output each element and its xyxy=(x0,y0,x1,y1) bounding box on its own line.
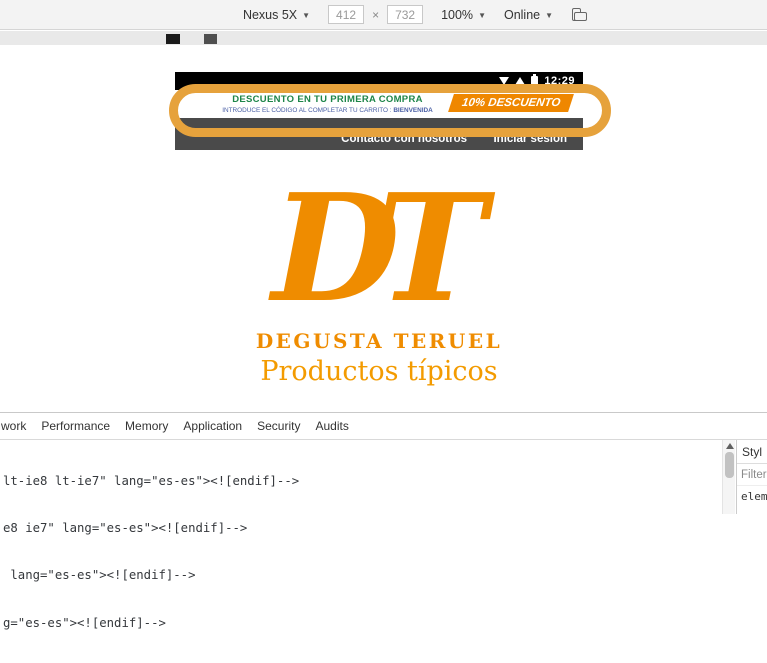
login-link[interactable]: Iniciar sesión xyxy=(493,133,567,145)
site-logo[interactable]: DT DEGUSTA TERUEL Productos típicos xyxy=(175,161,583,388)
phone-top-nav: Contacto con nosotros Iniciar sesión xyxy=(175,118,583,150)
devtools-panel: work Performance Memory Application Secu… xyxy=(0,412,767,630)
scrollbar-thumb[interactable] xyxy=(725,452,734,478)
zoom-select[interactable]: 100% xyxy=(441,8,486,22)
tab-styles[interactable]: Styl xyxy=(737,440,767,464)
ruler-mark xyxy=(166,34,180,44)
element-style-label: elem xyxy=(741,490,767,503)
dimension-separator: × xyxy=(372,7,380,22)
network-throttle-select[interactable]: Online xyxy=(504,8,553,22)
dom-tree-line[interactable]: e8 ie7" lang="es-es"><![endif]--> xyxy=(3,521,721,537)
promo-subline: INTRODUCE EL CÓDIGO AL COMPLETAR TU CARR… xyxy=(185,107,470,114)
styles-filter-input[interactable]: Filter xyxy=(737,464,767,486)
promo-code: BIENVENIDA xyxy=(393,107,433,114)
rotate-icon xyxy=(574,12,588,21)
network-select-label: Online xyxy=(503,7,541,22)
logo-subtitle: Productos típicos xyxy=(260,356,498,388)
logo-title: DEGUSTA TERUEL xyxy=(255,329,503,354)
promo-headline: DESCUENTO EN TU PRIMERA COMPRA xyxy=(232,94,423,105)
elements-panel: lt-ie8 lt-ie7" lang="es-es"><![endif]-->… xyxy=(0,440,767,630)
device-toolbar: Nexus 5X × 100% Online xyxy=(0,0,767,30)
promo-banner[interactable]: DESCUENTO EN TU PRIMERA COMPRA INTRODUCE… xyxy=(175,90,583,118)
battery-icon xyxy=(531,73,539,87)
phone-status-bar: 12:29 xyxy=(175,72,583,90)
tab-application[interactable]: Application xyxy=(183,419,242,433)
scrollbar-track[interactable] xyxy=(722,440,735,514)
dom-tree: lt-ie8 lt-ie7" lang="es-es"><![endif]-->… xyxy=(3,442,721,663)
signal-icon xyxy=(499,77,510,85)
devtools-tab-bar: work Performance Memory Application Secu… xyxy=(0,413,767,440)
promo-subline-text: INTRODUCE EL CÓDIGO AL COMPLETAR TU CARR… xyxy=(222,107,394,114)
status-time: 12:29 xyxy=(544,75,575,87)
viewport-width-input[interactable] xyxy=(328,5,365,24)
scroll-up-arrow-icon[interactable] xyxy=(726,443,734,449)
promo-text: DESCUENTO EN TU PRIMERA COMPRA INTRODUCE… xyxy=(185,94,470,114)
ruler-mark xyxy=(204,34,217,44)
rotate-device-button[interactable] xyxy=(571,6,588,23)
device-select-label: Nexus 5X xyxy=(242,7,298,22)
emulated-viewport: 12:29 DESCUENTO EN TU PRIMERA COMPRA INT… xyxy=(175,72,583,412)
toolbar-cluster: Nexus 5X × 100% Online xyxy=(243,5,588,24)
contact-link[interactable]: Contacto con nosotros xyxy=(341,133,467,145)
dom-tree-line[interactable]: g="es-es"><![endif]--> xyxy=(3,616,721,632)
tab-memory[interactable]: Memory xyxy=(125,419,168,433)
tab-audits[interactable]: Audits xyxy=(315,419,348,433)
tab-performance[interactable]: Performance xyxy=(41,419,110,433)
styles-sidebar: Styl Filter elem xyxy=(736,440,767,514)
tab-security[interactable]: Security xyxy=(257,419,300,433)
dimension-group: × xyxy=(328,5,424,24)
dom-tree-line[interactable]: lt-ie8 lt-ie7" lang="es-es"><![endif]--> xyxy=(3,474,721,490)
device-select[interactable]: Nexus 5X xyxy=(243,8,310,22)
zoom-select-label: 100% xyxy=(441,7,474,22)
logo-monogram: DT xyxy=(271,161,486,335)
discount-badge-label: 10% DESCUENTO xyxy=(460,97,561,109)
dom-tree-line[interactable]: lang="es-es"><![endif]--> xyxy=(3,568,721,584)
wifi-icon xyxy=(515,77,526,85)
tab-network[interactable]: work xyxy=(1,419,26,433)
ruler-strip xyxy=(0,31,767,45)
discount-badge: 10% DESCUENTO xyxy=(447,94,574,112)
viewport-height-input[interactable] xyxy=(387,5,424,24)
phone-page-content: DT DEGUSTA TERUEL Productos típicos xyxy=(175,161,583,388)
